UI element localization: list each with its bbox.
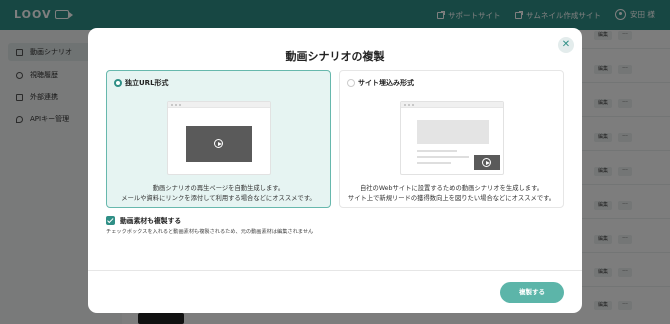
copy-materials-note: チェックボックスを入れると動画素材も複製されるため、元の動画素材は編集されません [106,229,314,235]
browser-bar [401,102,503,108]
browser-dot [175,104,177,106]
play-icon [482,158,491,167]
embed-preview-illustration [400,101,504,175]
option-site-embed[interactable]: サイト埋込み形式 自社のWebサイトに設置するための動画シナリオを生成します。 … [339,70,564,208]
duplicate-button[interactable]: 複製する [500,282,564,303]
footer-divider [88,270,582,271]
text-line [417,162,451,164]
close-icon[interactable]: ✕ [558,37,574,53]
play-icon [214,139,223,148]
option-description-line: メールや資料にリンクを添付して利用する場合などにオススメです。 [121,195,316,202]
embedded-video [474,155,500,170]
browser-bar [168,102,270,108]
option-label: 独立URL形式 [125,79,169,87]
copy-materials-option[interactable]: 動画素材も複製する [106,215,181,225]
option-description: 自社のWebサイトに設置するための動画シナリオを生成します。 サイト上で新規リー… [340,184,563,204]
option-description-line: 動画シナリオの再生ページを自動生成します。 [152,185,285,192]
duplicate-scenario-dialog: 動画シナリオの複製 ✕ 独立URL形式 動画シナリオの再生ページを自動生成します… [88,28,582,313]
option-label: サイト埋込み形式 [358,79,414,87]
browser-dot [171,104,173,106]
option-description: 動画シナリオの再生ページを自動生成します。 メールや資料にリンクを添付して利用す… [107,184,330,204]
video-player [186,126,252,162]
browser-dot [404,104,406,106]
text-line [417,156,469,158]
option-description-line: サイト上で新規リードの獲得数向上を図りたい場合などにオススメです。 [347,195,556,202]
radio-unselected-icon[interactable] [347,79,355,87]
copy-materials-label: 動画素材も複製する [120,217,182,225]
browser-dot [408,104,410,106]
browser-dot [412,104,414,106]
standalone-preview-illustration [167,101,271,175]
content-block [417,120,489,144]
text-line [417,150,457,152]
option-description-line: 自社のWebサイトに設置するための動画シナリオを生成します。 [359,185,544,192]
radio-selected-icon[interactable] [114,79,122,87]
dialog-title: 動画シナリオの複製 [285,50,385,63]
copy-materials-checkbox[interactable] [106,215,115,225]
browser-dot [179,104,181,106]
option-standalone-url[interactable]: 独立URL形式 動画シナリオの再生ページを自動生成します。 メールや資料にリンク… [106,70,331,208]
